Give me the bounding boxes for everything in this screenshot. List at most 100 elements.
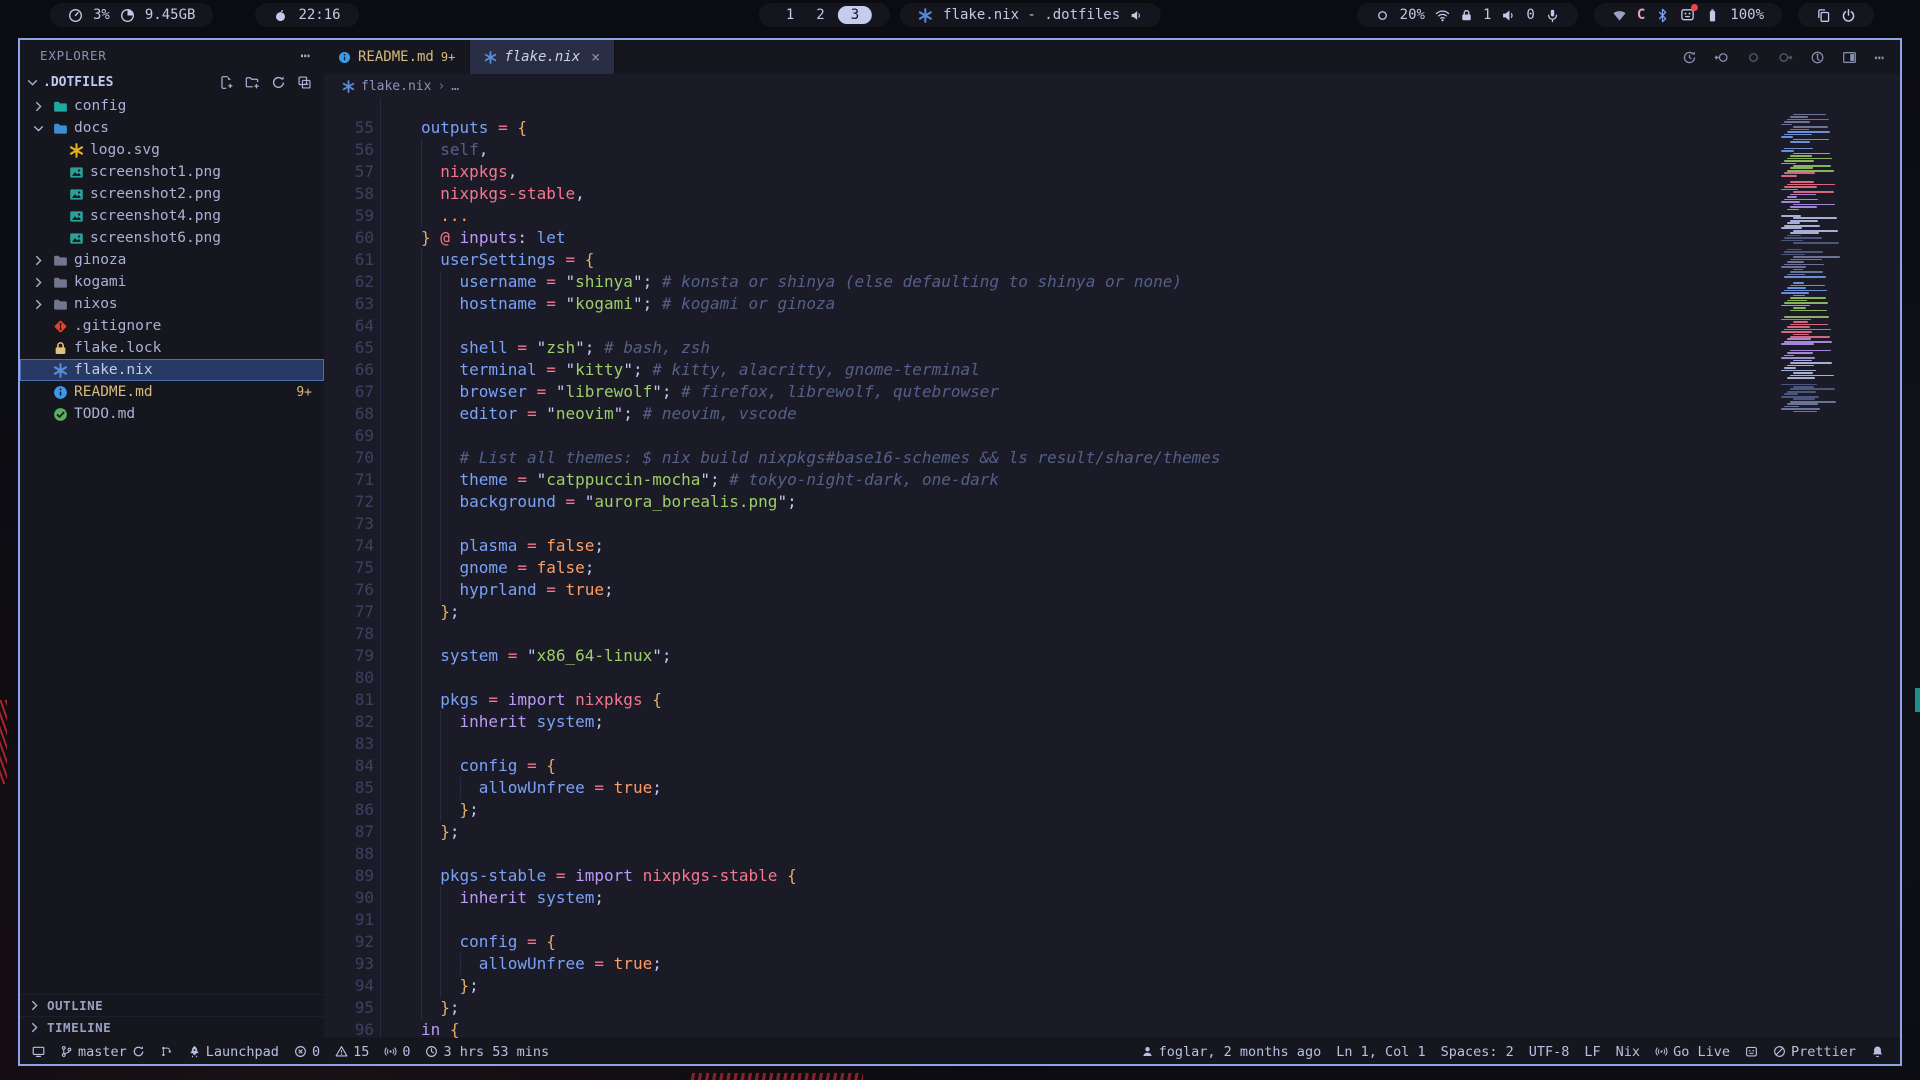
run-task-button[interactable] [1810,50,1825,65]
status-source-control-graph[interactable] [160,1045,173,1058]
navigate-forward-button[interactable] [1778,50,1793,65]
split-editor-button[interactable] [1842,50,1857,65]
new-folder-button[interactable] [245,75,260,90]
tree-item-readme-md[interactable]: README.md9+ [20,381,324,403]
workspace-2[interactable]: 2 [807,7,833,23]
status-notifications[interactable] [1871,1045,1884,1058]
status-git-blame[interactable]: foglar, 2 months ago [1141,1044,1322,1060]
status-prettier-label: Prettier [1791,1044,1856,1060]
line-number: 60 [324,227,374,249]
brightness-icon[interactable] [1375,8,1390,23]
indent-guide [440,315,459,337]
minimap-line [1781,331,1812,333]
network-tray-icon[interactable] [1612,8,1627,23]
status-eol[interactable]: LF [1584,1044,1600,1060]
tray-app-icon[interactable]: C [1637,7,1645,23]
tab-readme[interactable]: README.md 9+ [324,40,470,74]
status-extension-face[interactable] [1745,1045,1758,1058]
minimap-line [1781,245,1845,248]
tree-item-screenshot4-png[interactable]: screenshot4.png [20,205,324,227]
explorer-title: EXPLORER [40,48,107,63]
explorer-more-actions-button[interactable]: ⋯ [300,46,310,65]
tree-item-nixos[interactable]: nixos [20,293,324,315]
refresh-explorer-button[interactable] [271,75,286,90]
token: hostname [460,293,537,315]
tree-item-docs[interactable]: docs [20,117,324,139]
volume-icon[interactable] [1501,8,1516,23]
status-launchpad[interactable]: Launchpad [188,1044,279,1060]
screenshot-icon[interactable] [1816,8,1831,23]
minimap-line [1787,170,1834,172]
tree-item-ginoza[interactable]: ginoza [20,249,324,271]
minimap[interactable] [1781,110,1845,417]
status-time-tracker[interactable]: 3 hrs 53 mins [425,1044,549,1060]
minimap-line [1793,230,1838,232]
code-editor[interactable]: 55outputs = {56self,57nixpkgs,58nixpkgs-… [324,98,1900,1038]
new-file-button[interactable] [219,75,234,90]
clock-icon [425,1045,438,1058]
breadcrumb-file[interactable]: flake.nix [361,79,431,94]
indent-guide [421,601,440,623]
chevron-right-icon [32,254,45,267]
timeline-history-button[interactable] [1682,50,1697,65]
breadcrumb-symbol[interactable]: … [451,79,459,94]
tree-item-flake-lock[interactable]: flake.lock [20,337,324,359]
token: plasma [460,535,518,557]
status-prettier[interactable]: Prettier [1773,1044,1856,1060]
minimap-line [1793,165,1831,167]
token: nixpkgs [440,161,507,183]
minimap-line [1793,321,1808,323]
tree-item-screenshot6-png[interactable]: screenshot6.png [20,227,324,249]
status-remote-indicator[interactable] [32,1045,45,1058]
outline-section[interactable]: OUTLINE [20,994,324,1016]
minimap-line [1781,177,1845,180]
workspace-1[interactable]: 1 [777,7,803,23]
tree-item-config[interactable]: config [20,95,324,117]
nix-snowflake-icon [918,8,933,23]
editor-more-actions-button[interactable]: ⋯ [1874,48,1884,67]
tree-item-kogami[interactable]: kogami [20,271,324,293]
status-go-live-label: Go Live [1673,1044,1730,1060]
token: config [460,931,518,953]
code-line-89: 89pkgs-stable = import nixpkgs-stable { [324,865,1900,887]
breadcrumb[interactable]: flake.nix › … [324,74,1900,98]
status-go-live[interactable]: Go Live [1655,1044,1730,1060]
code-line-72: 72background = "aurora_borealis.png"; [324,491,1900,513]
workspace-section-header[interactable]: .DOTFILES [20,70,324,95]
navigate-back-button[interactable] [1714,50,1729,65]
explorer-sidebar: EXPLORER ⋯ .DOTFILES configdocslogo.svgs… [20,40,324,1038]
chevron-right-icon [32,276,45,289]
status-git-branch[interactable]: master [60,1044,145,1060]
nav-circle-icon[interactable] [1746,50,1761,65]
power-icon[interactable] [1841,8,1856,23]
status-encoding[interactable]: UTF-8 [1529,1044,1570,1060]
workspace-3-active[interactable]: 3 [838,6,872,24]
tree-item-screenshot2-png[interactable]: screenshot2.png [20,183,324,205]
status-errors[interactable]: 0 [294,1044,320,1060]
close-tab-button[interactable]: × [591,48,600,66]
wifi-icon[interactable] [1435,8,1450,23]
tree-item-gitignore[interactable]: .gitignore [20,315,324,337]
tree-item-flake-nix[interactable]: flake.nix [20,359,324,381]
status-ports[interactable]: 0 [384,1044,410,1060]
microphone-icon[interactable] [1545,8,1560,23]
token: username [460,271,537,293]
indent-guide [421,513,440,535]
status-cursor-position[interactable]: Ln 1, Col 1 [1336,1044,1425,1060]
notification-tray-icon[interactable] [1680,7,1695,24]
tree-item-todo-md[interactable]: TODO.md [20,403,324,425]
radio-icon [1655,1045,1668,1058]
indent-guide [440,293,459,315]
status-warnings[interactable]: 15 [335,1044,369,1060]
minimap-line [1793,204,1835,206]
token: " [585,491,595,513]
status-language-mode[interactable]: Nix [1616,1044,1640,1060]
timeline-section[interactable]: TIMELINE [20,1016,324,1038]
tab-flake-nix[interactable]: flake.nix × [470,40,615,74]
collapse-folders-button[interactable] [297,75,312,90]
status-indentation[interactable]: Spaces: 2 [1441,1044,1514,1060]
token: kogami [575,293,633,315]
bluetooth-icon[interactable] [1655,8,1670,23]
tree-item-logo-svg[interactable]: logo.svg [20,139,324,161]
tree-item-screenshot1-png[interactable]: screenshot1.png [20,161,324,183]
